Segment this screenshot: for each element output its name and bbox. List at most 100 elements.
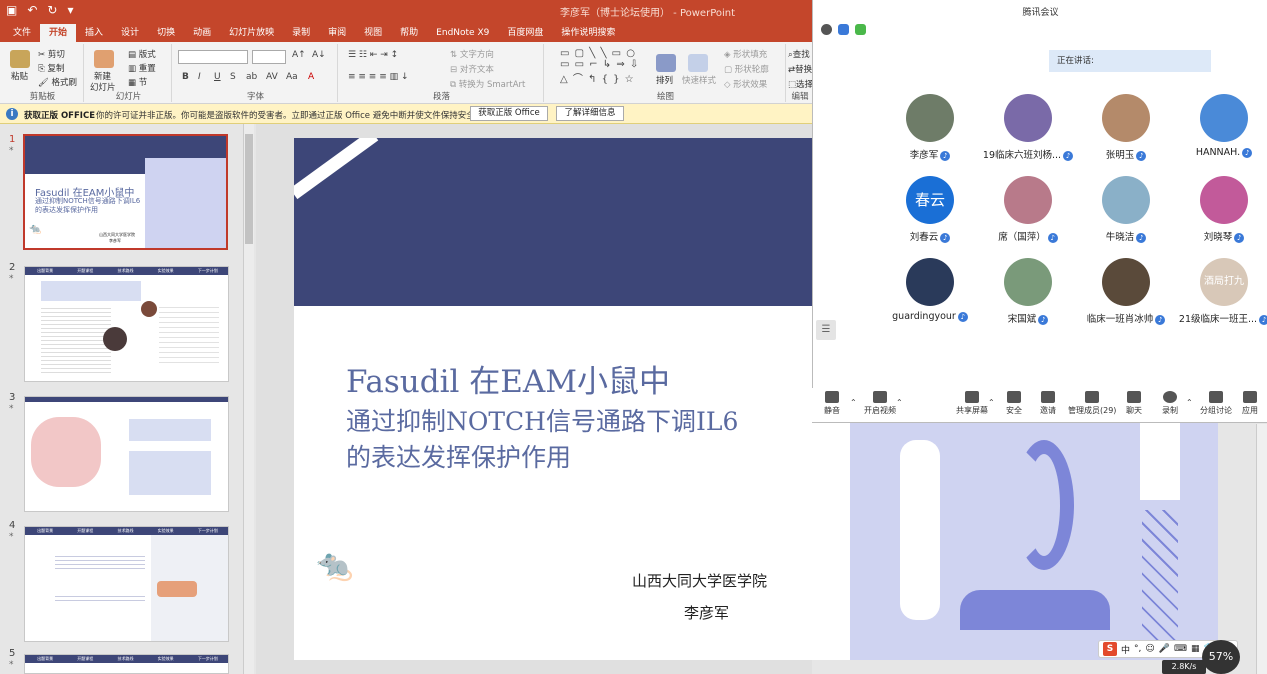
slide-thumbnail-1[interactable]: Fasudil 在EAM小鼠中 通过抑制NOTCH信号通路下调IL6 的表达发挥…	[23, 134, 228, 250]
find-button[interactable]: ⌕查找	[788, 48, 810, 60]
tab-record[interactable]: 录制	[283, 24, 319, 42]
signal-icon[interactable]	[855, 24, 866, 35]
paste-button[interactable]: 粘贴	[11, 70, 28, 82]
microphone-icon[interactable]: 🎤	[1159, 644, 1170, 654]
select-button[interactable]: ⬚选择	[788, 78, 812, 90]
change-case-button[interactable]: Aa	[286, 72, 298, 82]
ime-mode[interactable]: 中	[1121, 643, 1130, 656]
participant-tile[interactable]: HANNAH. ♪	[1174, 94, 1267, 158]
shape-effect-button[interactable]: ◇ 形状效果	[724, 78, 767, 90]
chevron-up-icon[interactable]: ⌃	[988, 398, 995, 407]
thumbnail-scrollbar[interactable]	[243, 124, 254, 674]
chevron-up-icon[interactable]: ⌃	[896, 398, 903, 407]
tab-animations[interactable]: 动画	[184, 24, 220, 42]
current-slide[interactable]: Fasudil 在EAM小鼠中 通过抑制NOTCH信号通路下调IL6 的表达发挥…	[294, 138, 854, 660]
cpu-usage-badge[interactable]: 57%	[1202, 640, 1240, 674]
save-icon[interactable]: ▣	[6, 3, 17, 17]
participant-tile[interactable]: 19临床六班刘杨... ♪	[978, 94, 1078, 161]
start-video-button[interactable]: 开启视频	[864, 388, 896, 416]
shield-icon[interactable]	[838, 24, 849, 35]
reset-button[interactable]: ▥ 重置	[128, 62, 156, 74]
slide-subtitle-1[interactable]: 通过抑制NOTCH信号通路下调IL6	[346, 402, 738, 438]
learn-more-button[interactable]: 了解详细信息	[556, 106, 624, 121]
invite-button[interactable]: 邀请	[1040, 388, 1056, 416]
scrollbar-thumb[interactable]	[245, 134, 253, 244]
tab-slideshow[interactable]: 幻灯片放映	[220, 24, 283, 42]
record-button[interactable]: 录制	[1162, 388, 1178, 416]
apps-button[interactable]: 应用	[1242, 388, 1258, 416]
participant-tile[interactable]: 春云 刘春云 ♪	[880, 176, 980, 243]
participant-tile[interactable]: 李彦军 ♪	[880, 94, 980, 161]
participant-tile[interactable]: guardingyour ♪	[880, 258, 980, 322]
shape-outline-button[interactable]: ▢ 形状轮廓	[724, 63, 769, 75]
tab-insert[interactable]: 插入	[76, 24, 112, 42]
copy-button[interactable]: ⎘ 复制	[38, 62, 65, 74]
share-screen-button[interactable]: 共享屏幕	[956, 388, 988, 416]
tab-help[interactable]: 帮助	[391, 24, 427, 42]
chevron-up-icon[interactable]: ⌃	[1186, 398, 1193, 407]
tab-file[interactable]: 文件	[4, 24, 40, 42]
get-genuine-button[interactable]: 获取正版 Office	[470, 106, 548, 121]
underline-button[interactable]: U	[214, 72, 221, 82]
slide-thumbnail-2[interactable]: 出题背景 开题课程 技术路线 实验效果 下一步计划	[24, 266, 229, 382]
right-scrollbar[interactable]	[1256, 424, 1267, 674]
tab-home[interactable]: 开始	[40, 24, 77, 42]
participant-tile[interactable]: 张明玉 ♪	[1076, 94, 1176, 161]
slide-institution[interactable]: 山西大同大学医学院	[632, 570, 767, 591]
font-name-combo[interactable]	[178, 50, 248, 64]
punctuation-icon[interactable]: °,	[1134, 644, 1141, 654]
keyboard-icon[interactable]: ⌨	[1174, 644, 1187, 654]
participant-tile[interactable]: 临床一班肖冰帅 ♪	[1076, 258, 1176, 325]
shrink-font-icon[interactable]: A↓	[312, 50, 326, 60]
tell-me-search[interactable]: 操作说明搜索	[552, 24, 624, 42]
smartart-button[interactable]: ⧉ 转换为 SmartArt	[450, 78, 525, 90]
breakout-rooms-button[interactable]: 分组讨论	[1200, 388, 1232, 416]
sidebar-toggle-icon[interactable]: ☰	[816, 320, 836, 340]
align-text-button[interactable]: ⊟ 对齐文本	[450, 63, 494, 75]
format-painter-button[interactable]: 🖌 格式刷	[38, 76, 77, 88]
undo-icon[interactable]: ↶	[27, 3, 37, 17]
align-icons[interactable]: ≡ ≡ ≡ ≡ ▥ ↓	[348, 72, 409, 82]
slide-author[interactable]: 李彦军	[684, 602, 729, 623]
tab-baidu[interactable]: 百度网盘	[498, 24, 552, 42]
participant-tile[interactable]: 席（国萍） ♪	[978, 176, 1078, 243]
text-direction-button[interactable]: ⇅ 文字方向	[450, 48, 494, 60]
security-button[interactable]: 安全	[1006, 388, 1022, 416]
redo-icon[interactable]: ↻	[47, 3, 57, 17]
quick-styles-icon[interactable]	[688, 54, 708, 72]
manage-members-button[interactable]: 管理成员(29)	[1068, 388, 1116, 416]
replace-button[interactable]: ⇄替换	[788, 63, 812, 75]
chat-button[interactable]: 聊天	[1126, 388, 1142, 416]
spacing-button[interactable]: AV	[266, 72, 278, 82]
font-size-combo[interactable]	[252, 50, 286, 64]
arrange-icon[interactable]	[656, 54, 676, 72]
layout-button[interactable]: ▤ 版式	[128, 48, 156, 60]
arrange-button[interactable]: 排列	[656, 74, 673, 86]
participant-tile[interactable]: 牛晓洁 ♪	[1076, 176, 1176, 243]
bullets-icon[interactable]: ☰ ☷ ⇤ ⇥ ↕	[348, 50, 398, 60]
slide-thumbnail-5[interactable]: 出题背景 开题课程 技术路线 实验效果 下一步计划	[24, 654, 229, 674]
chevron-up-icon[interactable]: ⌃	[850, 398, 857, 407]
new-slide-icon[interactable]	[94, 50, 114, 68]
info-icon[interactable]	[821, 24, 832, 35]
slide-subtitle-2[interactable]: 的表达发挥保护作用	[346, 438, 571, 474]
bold-button[interactable]: B	[182, 72, 189, 82]
paste-icon[interactable]	[10, 50, 30, 68]
section-button[interactable]: ▦ 节	[128, 76, 147, 88]
tab-design[interactable]: 设计	[112, 24, 148, 42]
strikethrough-button[interactable]: S	[230, 72, 236, 82]
tab-view[interactable]: 视图	[355, 24, 391, 42]
grow-font-icon[interactable]: A↑	[292, 50, 306, 60]
slide-title[interactable]: Fasudil 在EAM小鼠中	[346, 356, 670, 401]
participant-tile[interactable]: 刘晓琴 ♪	[1174, 176, 1267, 243]
customize-icon[interactable]: ▾	[67, 3, 73, 17]
tab-endnote[interactable]: EndNote X9	[427, 24, 498, 42]
shapes-gallery-icon[interactable]: ▭ ▢ ╲ ╲ ▭ ○ ▭ ▭ ⌐ ↳ ⇒ ⇩ △ ⌒ ↰ { } ☆	[560, 48, 639, 85]
cut-button[interactable]: ✂ 剪切	[38, 48, 65, 60]
tab-review[interactable]: 审阅	[319, 24, 355, 42]
skin-icon[interactable]: ▦	[1191, 644, 1200, 654]
slide-thumbnail-4[interactable]: 出题背景 开题课程 技术路线 实验效果 下一步计划	[24, 526, 229, 642]
shape-fill-button[interactable]: ◈ 形状填充	[724, 48, 767, 60]
quick-styles-button[interactable]: 快速样式	[682, 74, 716, 86]
font-color-button[interactable]: A	[308, 72, 314, 82]
